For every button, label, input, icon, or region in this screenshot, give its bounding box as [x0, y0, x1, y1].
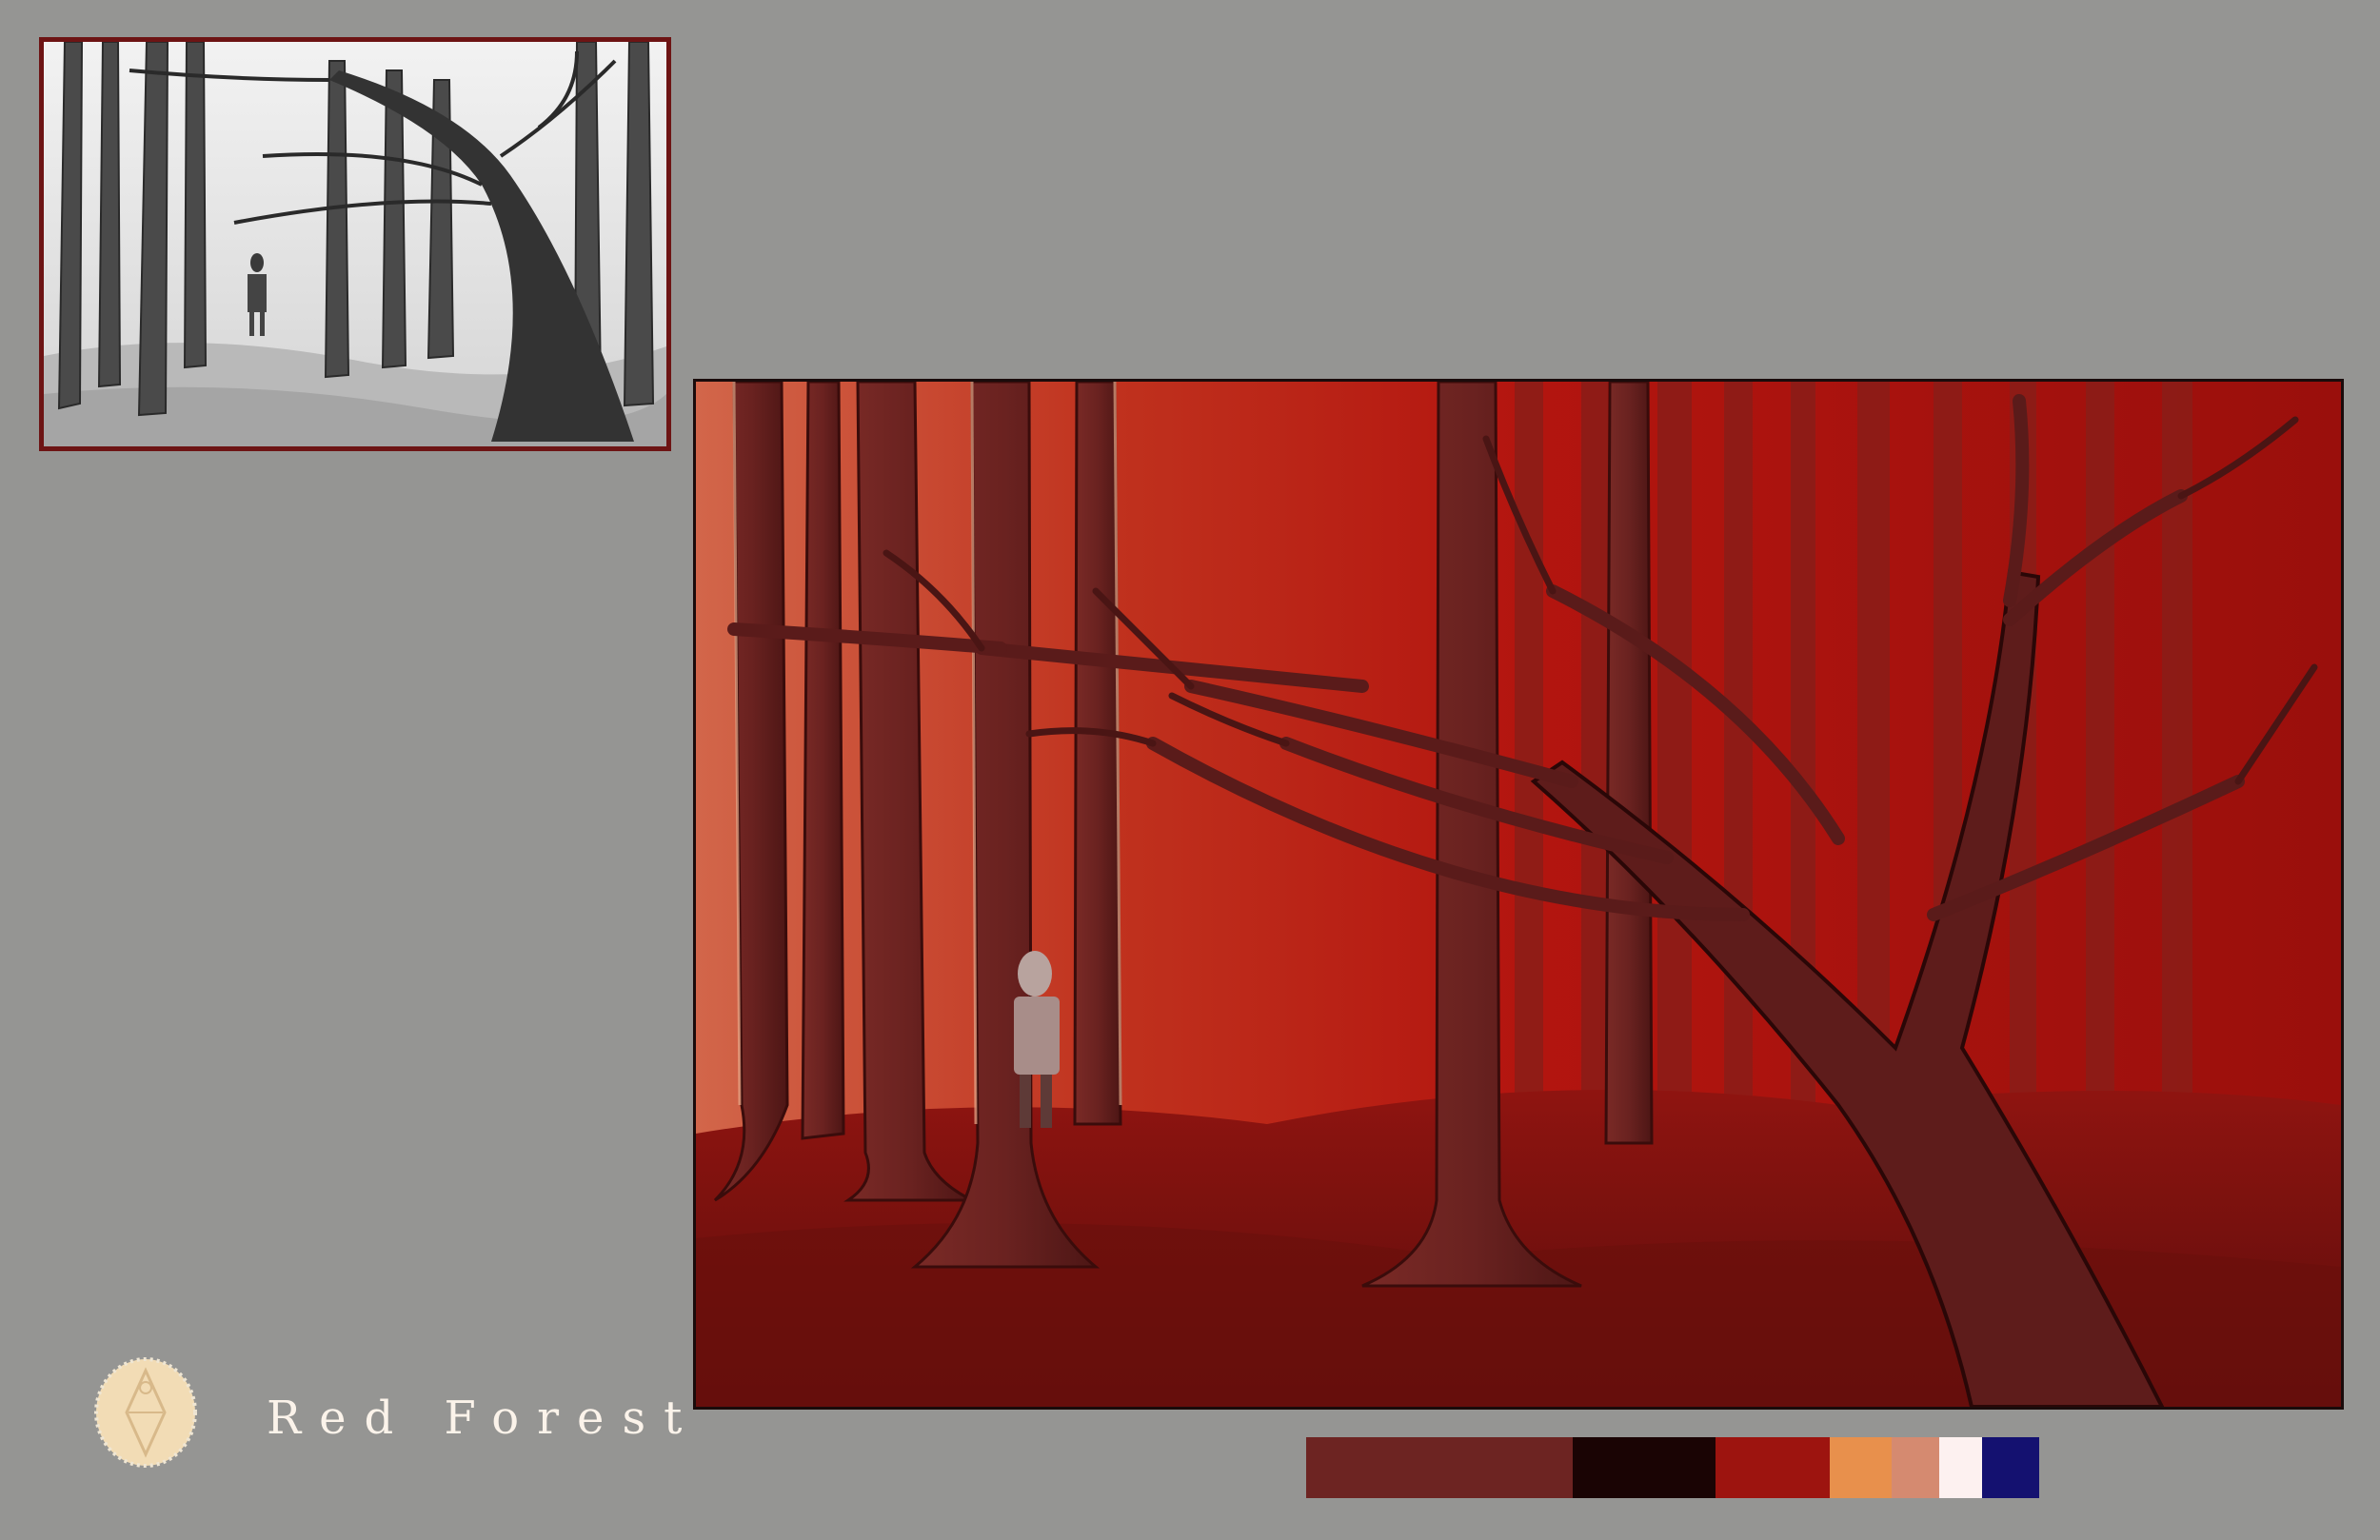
color-palette — [1306, 1437, 2039, 1498]
palette-swatch — [1306, 1437, 1573, 1498]
pencil-sketch — [44, 42, 666, 446]
palette-swatch — [1716, 1437, 1830, 1498]
logo — [90, 1353, 201, 1471]
palette-swatch — [1939, 1437, 1982, 1498]
red-forest-painting — [696, 382, 2341, 1407]
palette-swatch — [1892, 1437, 1939, 1498]
diamond-crest-icon — [94, 1357, 197, 1468]
palette-swatch — [1830, 1437, 1892, 1498]
sketch-thumbnail — [39, 37, 671, 451]
palette-swatch — [1982, 1437, 2039, 1498]
palette-swatch — [1573, 1437, 1716, 1498]
artwork-title: Red Forest — [267, 1392, 701, 1445]
painting — [693, 379, 2344, 1410]
